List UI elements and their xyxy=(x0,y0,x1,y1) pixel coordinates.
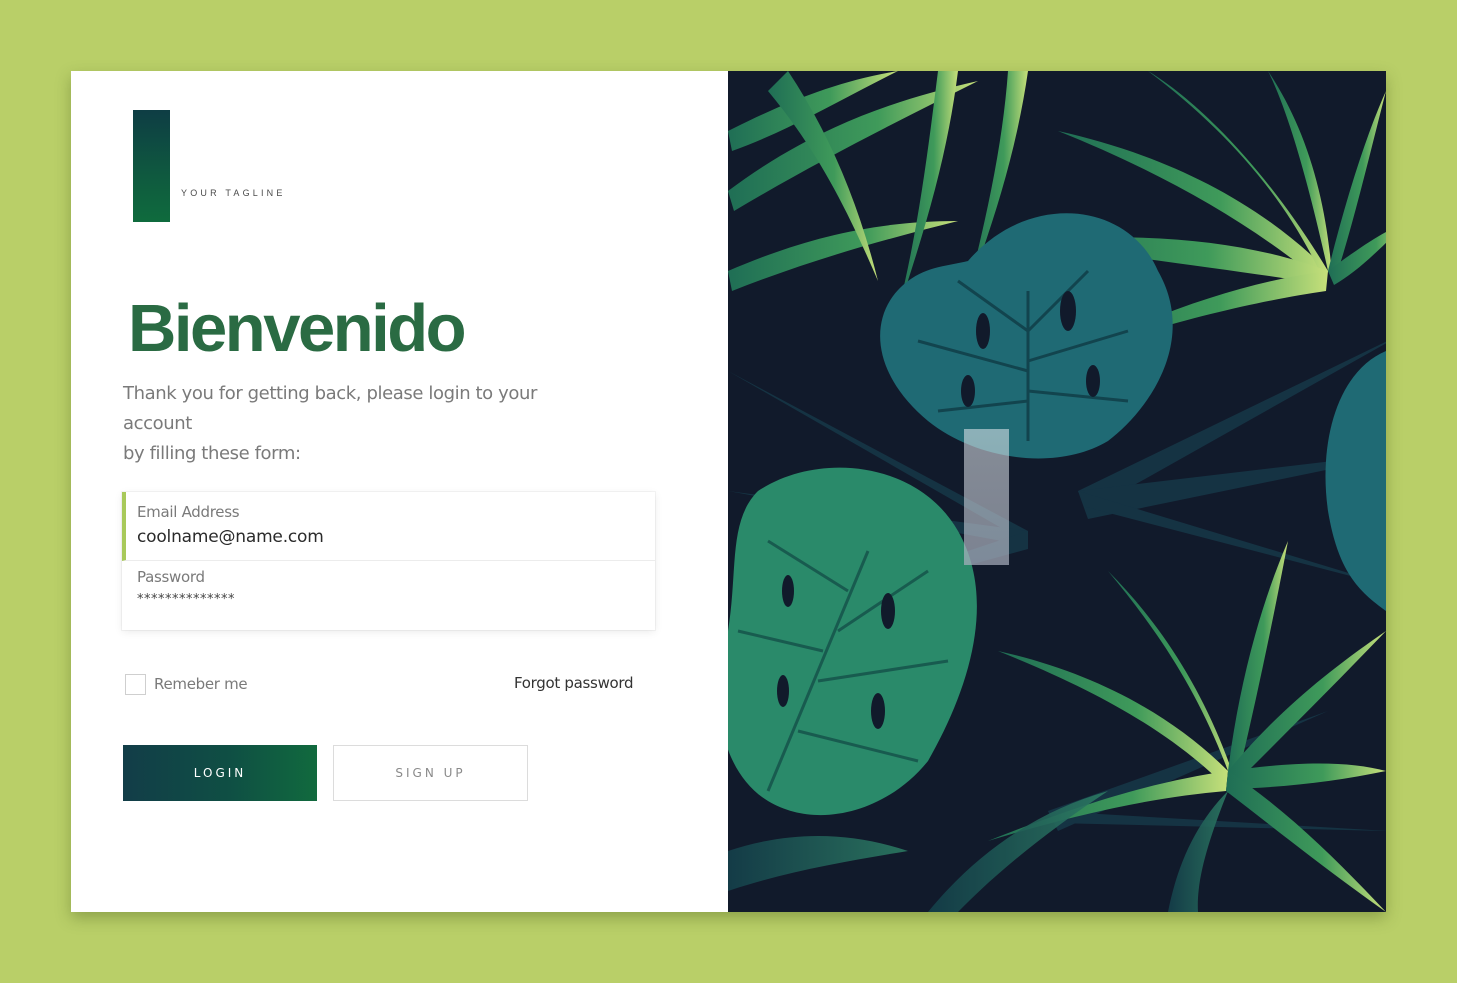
email-label: Email Address xyxy=(137,503,240,521)
password-label: Password xyxy=(137,568,205,586)
signup-button[interactable]: SIGN UP xyxy=(333,745,528,801)
email-input[interactable]: coolname@name.com xyxy=(137,527,324,547)
email-field[interactable]: Email Address coolname@name.com xyxy=(122,492,655,561)
page-title: Bienvenido xyxy=(128,291,467,366)
brand-logo xyxy=(133,110,170,222)
welcome-subtitle: Thank you for getting back, please login… xyxy=(123,379,593,469)
tropical-leaves-illustration xyxy=(728,71,1386,912)
login-panel: YOUR TAGLINE Bienvenido Thank you for ge… xyxy=(71,71,728,912)
remember-me[interactable]: Remeber me xyxy=(125,672,248,696)
password-field[interactable]: Password ************** xyxy=(122,561,655,630)
password-input[interactable]: ************** xyxy=(137,592,235,607)
login-form: Email Address coolname@name.com Password… xyxy=(122,492,655,630)
welcome-subtitle-line-2: by filling these form: xyxy=(123,443,301,464)
remember-me-checkbox[interactable] xyxy=(125,673,146,695)
overlay-bar xyxy=(964,429,1009,565)
forgot-password-link[interactable]: Forgot password xyxy=(514,674,634,692)
remember-me-label[interactable]: Remeber me xyxy=(154,675,248,693)
login-card: YOUR TAGLINE Bienvenido Thank you for ge… xyxy=(71,71,1386,912)
welcome-subtitle-line-1: Thank you for getting back, please login… xyxy=(123,383,537,434)
login-button[interactable]: LOGIN xyxy=(123,745,317,801)
brand-tagline: YOUR TAGLINE xyxy=(181,188,286,198)
leaves-artwork xyxy=(728,71,1386,912)
